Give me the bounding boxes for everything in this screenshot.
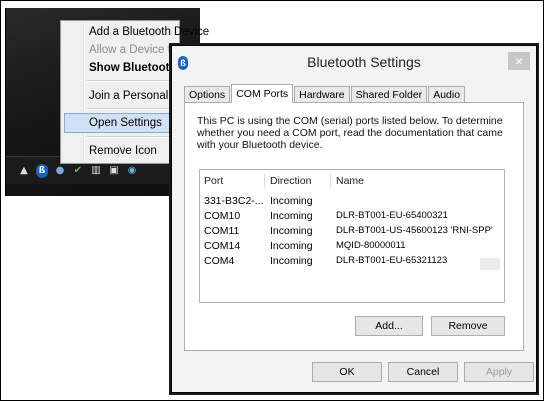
com-ports-description: This PC is using the COM (serial) ports …	[197, 115, 503, 151]
dialog-titlebar[interactable]: ß Bluetooth Settings ×	[172, 46, 536, 78]
column-divider[interactable]	[330, 173, 331, 188]
name-cell: DLR-BT001-EU-65400321	[336, 210, 448, 221]
table-row[interactable]: COM11 Incoming DLR-BT001-US-45600123 'RN…	[200, 224, 504, 238]
direction-cell: Incoming	[270, 240, 313, 252]
frame-top	[0, 0, 544, 1]
port-cell: COM10	[204, 210, 241, 222]
signal-icon[interactable]: ▥	[90, 165, 102, 177]
table-row[interactable]: 331-B3C2-... Incoming	[200, 194, 504, 208]
table-row[interactable]: COM4 Incoming DLR-BT001-EU-65321123	[200, 254, 504, 268]
menu-separator	[87, 108, 177, 110]
name-cell: DLR-BT001-US-45600123 'RNI-SPP'	[336, 225, 493, 236]
tab-hardware[interactable]: Hardware	[294, 86, 350, 103]
column-header-name[interactable]: Name	[336, 172, 364, 190]
tab-strip: Options COM Ports Hardware Shared Folder…	[184, 84, 466, 103]
table-row[interactable]: COM10 Incoming DLR-BT001-EU-65400321	[200, 209, 504, 223]
menu-item-remove-icon[interactable]: Remove Icon	[89, 142, 157, 160]
shield-check-icon[interactable]: ✔	[72, 165, 84, 177]
chevron-up-icon[interactable]: ▲	[18, 165, 30, 177]
port-cell: COM14	[204, 240, 241, 252]
dialog-title: Bluetooth Settings	[307, 54, 421, 70]
network-icon[interactable]: ●	[54, 165, 66, 177]
frame-left	[0, 0, 1, 401]
name-cell: MQID-80000011	[336, 240, 406, 251]
bluetooth-context-menu: Add a Bluetooth Device Allow a Device to…	[60, 20, 209, 164]
menu-separator	[87, 136, 177, 138]
bluetooth-icon[interactable]: ß	[36, 163, 48, 178]
com-ports-list[interactable]: Port Direction Name 331-B3C2-... Incomin…	[199, 169, 505, 303]
direction-cell: Incoming	[270, 255, 313, 267]
table-row[interactable]: COM14 Incoming MQID-80000011	[200, 239, 504, 253]
bluetooth-settings-dialog: ß Bluetooth Settings × Options COM Ports…	[171, 45, 537, 393]
tab-com-ports[interactable]: COM Ports	[231, 84, 294, 103]
column-header-direction[interactable]: Direction	[270, 172, 311, 190]
list-smudge	[480, 258, 500, 270]
menu-item-open-settings[interactable]: Open Settings	[89, 114, 162, 132]
apply-button: Apply	[464, 362, 534, 382]
menu-item-join-personal[interactable]: Join a Personal A	[89, 87, 179, 105]
menu-gutter	[83, 23, 85, 161]
menu-item-show-bluetooth[interactable]: Show Bluetooth	[89, 59, 177, 77]
menu-separator	[87, 80, 177, 82]
tab-options[interactable]: Options	[184, 86, 231, 103]
add-button[interactable]: Add...	[355, 316, 423, 336]
cancel-button[interactable]: Cancel	[388, 362, 458, 382]
direction-cell: Incoming	[270, 210, 313, 222]
monitor-icon[interactable]: ▣	[108, 165, 120, 177]
name-cell: DLR-BT001-EU-65321123	[336, 255, 448, 266]
ok-button[interactable]: OK	[312, 362, 382, 382]
port-cell: COM4	[204, 255, 235, 267]
direction-cell: Incoming	[270, 195, 313, 207]
tab-audio[interactable]: Audio	[428, 86, 466, 103]
port-cell: 331-B3C2-...	[204, 195, 264, 207]
close-button[interactable]: ×	[508, 52, 530, 70]
com-ports-panel: This PC is using the COM (serial) ports …	[184, 102, 524, 351]
globe-icon[interactable]: ◉	[126, 165, 138, 177]
remove-button[interactable]: Remove	[431, 316, 505, 336]
menu-item-add-device[interactable]: Add a Bluetooth Device	[89, 23, 209, 41]
column-header-port[interactable]: Port	[204, 172, 223, 190]
direction-cell: Incoming	[270, 225, 313, 237]
menu-item-allow-device: Allow a Device to	[89, 44, 178, 56]
tab-shared-folder[interactable]: Shared Folder	[350, 86, 428, 103]
port-cell: COM11	[204, 225, 240, 237]
column-divider[interactable]	[264, 173, 265, 188]
